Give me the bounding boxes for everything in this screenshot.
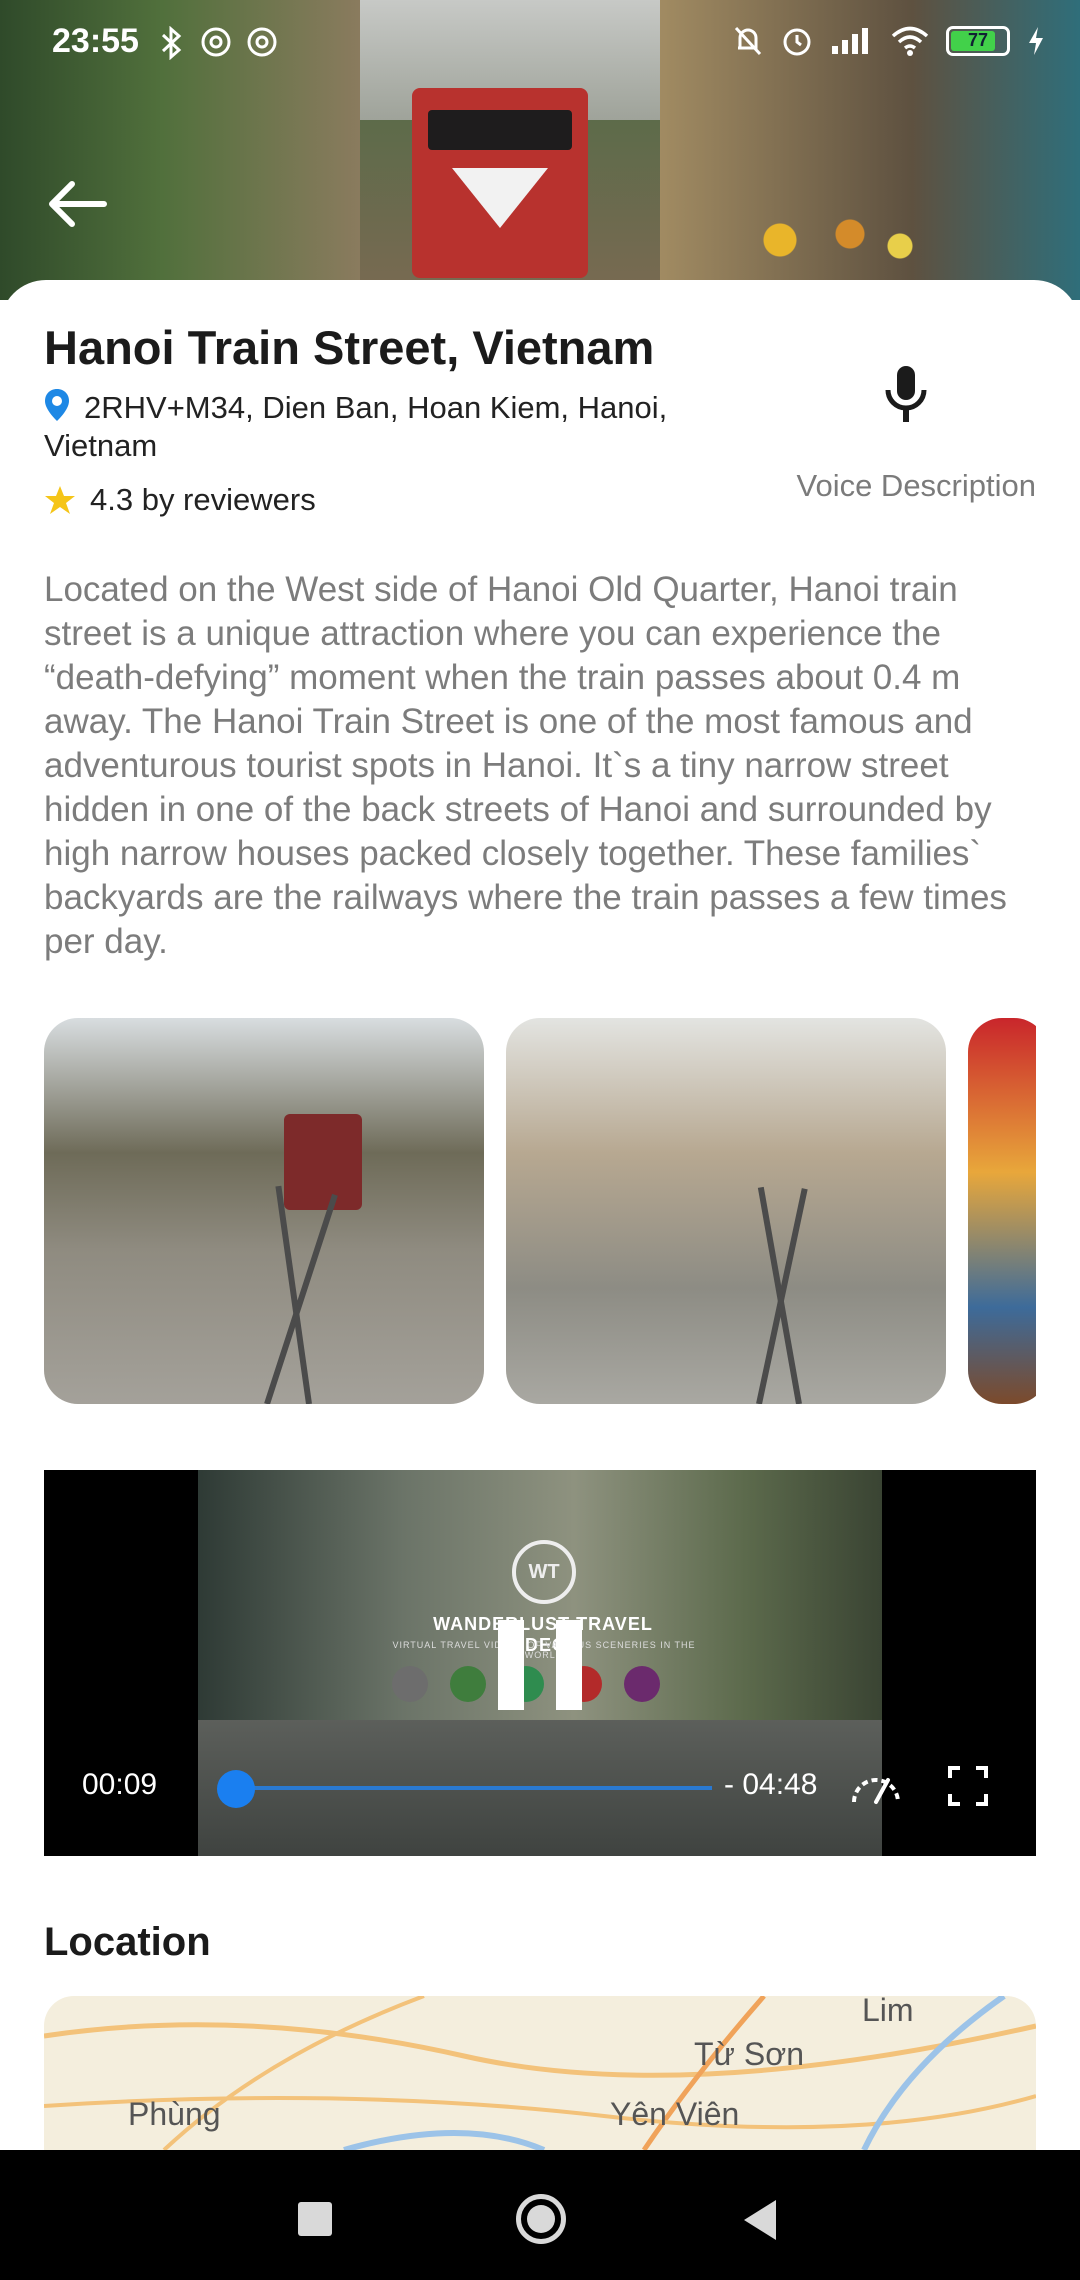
hero-flowers (740, 210, 940, 270)
battery-icon: 77 (946, 26, 1010, 56)
video-seek-handle[interactable] (216, 1770, 255, 1808)
microphone-icon[interactable] (880, 364, 932, 424)
wifi-icon (891, 26, 929, 56)
at-icon (247, 27, 277, 57)
signal-icon (832, 28, 868, 54)
gallery-photo[interactable] (968, 1018, 1036, 1404)
system-back-button[interactable] (744, 2200, 776, 2240)
map-label: Phùng (128, 2096, 221, 2132)
mute-icon (734, 26, 762, 56)
description: Located on the West side of Hanoi Old Qu… (44, 570, 1007, 961)
video-seek-bar[interactable] (222, 1786, 712, 1790)
pause-icon[interactable] (498, 1620, 582, 1710)
home-button[interactable] (516, 2194, 566, 2244)
voice-description-label[interactable]: Voice Description (796, 468, 1036, 504)
video-player[interactable]: WT WANDERLUST TRAVEL VIDEOS VIRTUAL TRAV… (44, 1470, 1036, 1856)
gallery-photo[interactable] (44, 1018, 484, 1404)
hero-train (412, 88, 588, 278)
recent-apps-button[interactable] (298, 2202, 332, 2236)
map-label: Yên Viên (610, 2096, 740, 2132)
location-map[interactable]: Lim Từ Sơn Phùng Yên Viên (44, 1996, 1036, 2150)
page-title: Hanoi Train Street, Vietnam (44, 321, 655, 374)
channel-logo: WT (512, 1540, 576, 1604)
status-time: 23:55 (52, 22, 139, 60)
location-pin-icon (45, 389, 69, 421)
gallery-photo[interactable] (506, 1018, 946, 1404)
back-arrow-icon[interactable] (44, 176, 110, 232)
status-bar: 23:55 77 (0, 0, 1080, 90)
map-label: Lim (862, 1996, 914, 2028)
video-remaining-time: - 04:48 (724, 1768, 818, 1801)
charging-icon (1029, 27, 1043, 55)
system-nav-bar (0, 2150, 1080, 2280)
fullscreen-icon[interactable] (948, 1766, 988, 1806)
bluetooth-icon (161, 26, 182, 60)
at-icon (201, 27, 231, 57)
video-elapsed-time: 00:09 (82, 1768, 158, 1801)
location-heading: Location (44, 1920, 211, 1964)
address: 2RHV+M34, Dien Ban, Hoan Kiem, Hanoi, Vi… (44, 388, 704, 465)
playback-speed-icon[interactable] (848, 1766, 904, 1806)
address-text: 2RHV+M34, Dien Ban, Hoan Kiem, Hanoi, Vi… (44, 390, 668, 463)
rating-text: 4.3 by reviewers (90, 482, 316, 517)
map-label: Từ Sơn (694, 2036, 804, 2072)
alarm-icon (783, 28, 811, 56)
rating: 4.3 by reviewers (44, 482, 316, 518)
star-icon (45, 486, 75, 514)
photo-gallery[interactable] (44, 1018, 1036, 1404)
